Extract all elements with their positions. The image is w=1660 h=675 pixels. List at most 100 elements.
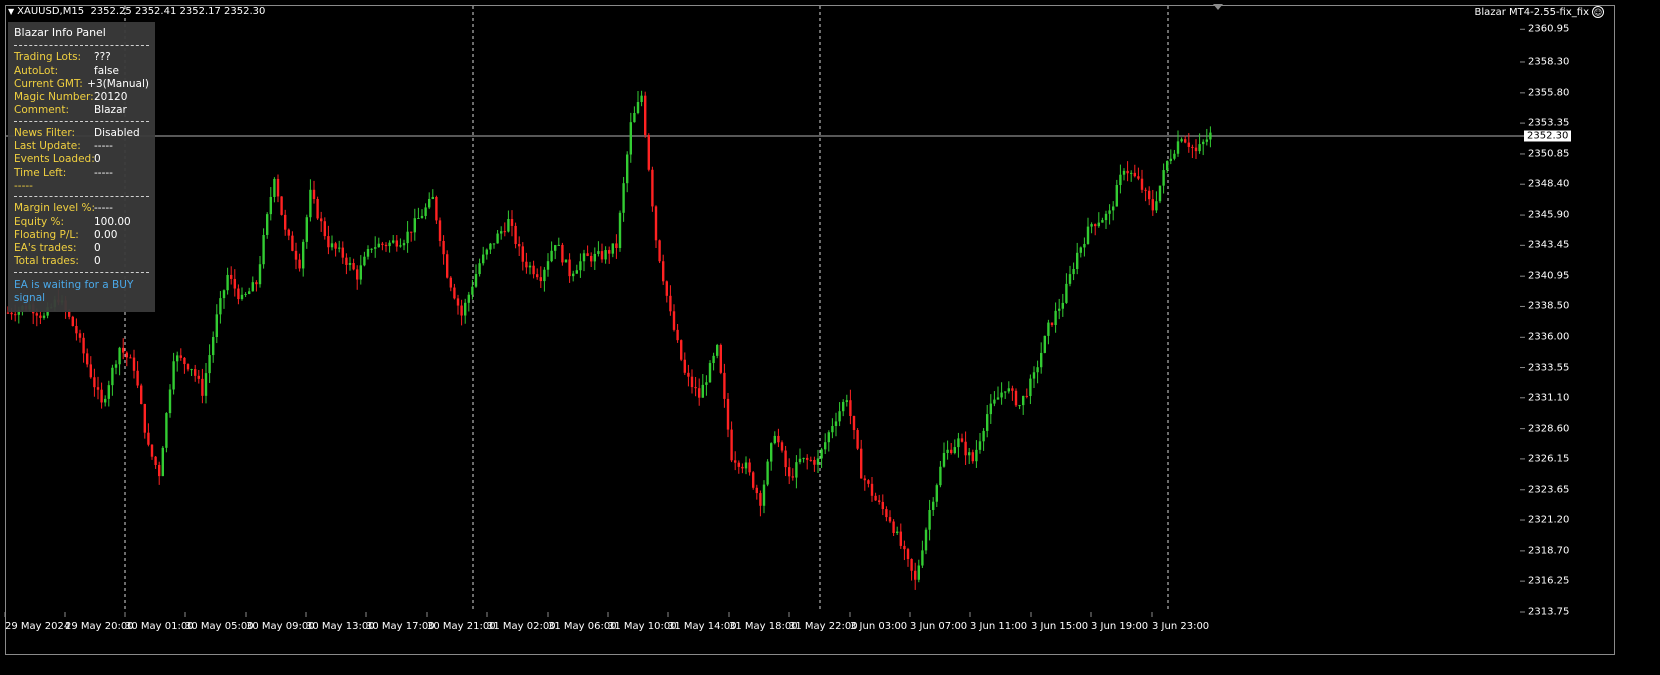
price-tick-label: 2326.15 bbox=[1528, 453, 1570, 465]
panel-row-label: Last Update: bbox=[14, 140, 81, 153]
panel-row-value: ----- bbox=[94, 140, 113, 153]
panel-row: Floating P/L: 0.00 bbox=[14, 229, 149, 242]
panel-row: Equity %: 100.00 bbox=[14, 216, 149, 229]
smiley-face-icon[interactable]: ☺ bbox=[1592, 6, 1604, 18]
panel-row-label: Current GMT: bbox=[14, 77, 83, 90]
info-panel-title: Blazar Info Panel bbox=[14, 26, 106, 39]
current-price-label: 2352.30 bbox=[1524, 130, 1572, 142]
price-tick-label: 2323.65 bbox=[1528, 484, 1570, 496]
panel-row-label: Equity %: bbox=[14, 215, 65, 228]
price-tick-label: 2321.20 bbox=[1528, 514, 1570, 526]
price-tick-label: 2358.30 bbox=[1528, 56, 1570, 68]
time-tick-label: 31 May 02:00 bbox=[487, 621, 556, 632]
panel-row-label: Comment: bbox=[14, 104, 69, 117]
panel-divider bbox=[14, 196, 149, 198]
panel-row: EA's trades: 0 bbox=[14, 242, 149, 255]
price-tick-label: 2328.60 bbox=[1528, 423, 1570, 435]
time-tick-label: 29 May 2024 bbox=[5, 621, 71, 632]
price-tick-label: 2316.25 bbox=[1528, 575, 1570, 587]
chart-menu-arrow-icon[interactable]: ▼ bbox=[8, 7, 14, 16]
price-tick-label: 2343.45 bbox=[1528, 239, 1570, 251]
panel-divider bbox=[14, 120, 149, 122]
time-tick-label: 3 Jun 07:00 bbox=[910, 621, 968, 632]
price-tick-label: 2360.95 bbox=[1528, 23, 1570, 35]
panel-row-value: ----- bbox=[94, 202, 113, 215]
panel-row-value: ----- bbox=[94, 166, 113, 179]
price-tick-label: 2338.50 bbox=[1528, 300, 1570, 312]
time-tick-label: 3 Jun 11:00 bbox=[970, 621, 1028, 632]
time-tick-label: 31 May 22:00 bbox=[789, 621, 858, 632]
panel-row: Total trades: 0 bbox=[14, 255, 149, 268]
panel-section-account: Margin level %: ----- Equity %: 100.00 Float… bbox=[14, 202, 149, 268]
panel-row: Events Loaded: 0 bbox=[14, 153, 149, 166]
panel-dashes: ----- bbox=[14, 179, 33, 192]
time-tick-label: 30 May 09:00 bbox=[246, 621, 315, 632]
panel-row-label: EA's trades: bbox=[14, 242, 77, 255]
symbol-timeframe: XAUUSD,M15 bbox=[17, 6, 85, 17]
panel-divider bbox=[14, 45, 149, 47]
time-tick-label: 31 May 06:00 bbox=[548, 621, 617, 632]
plot-frame bbox=[5, 5, 1615, 655]
panel-row-label: Trading Lots: bbox=[14, 51, 82, 64]
panel-row: AutoLot: false bbox=[14, 65, 149, 78]
price-tick-label: 2331.10 bbox=[1528, 392, 1570, 404]
panel-row-value: 100.00 bbox=[94, 215, 131, 228]
panel-row-value: Disabled bbox=[94, 126, 140, 139]
panel-row-label: News Filter: bbox=[14, 126, 76, 139]
price-tick-label: 2345.90 bbox=[1528, 209, 1570, 221]
price-tick-label: 2348.40 bbox=[1528, 178, 1570, 190]
panel-row-label: Events Loaded: bbox=[14, 153, 95, 166]
panel-row: Margin level %: ----- bbox=[14, 202, 149, 215]
panel-row-value: 0.00 bbox=[94, 228, 118, 241]
time-tick-label: 31 May 10:00 bbox=[608, 621, 677, 632]
price-tick-label: 2355.80 bbox=[1528, 87, 1570, 99]
price-tick-label: 2340.95 bbox=[1528, 270, 1570, 282]
expert-advisor-name: Blazar MT4-2.55-fix_fix bbox=[1474, 6, 1589, 18]
time-tick-label: 30 May 01:00 bbox=[125, 621, 194, 632]
panel-row-value: 0 bbox=[94, 255, 101, 268]
panel-row-label: AutoLot: bbox=[14, 64, 59, 77]
price-tick-label: 2333.55 bbox=[1528, 362, 1570, 374]
panel-row-value: false bbox=[94, 64, 119, 77]
chart-window[interactable]: ▼ XAUUSD,M15 2352.25 2352.41 2352.17 2352… bbox=[0, 0, 1660, 675]
panel-row: News Filter: Disabled bbox=[14, 127, 149, 140]
panel-row-label: Time Left: bbox=[14, 166, 67, 179]
panel-section-settings: Trading Lots:??? AutoLot: false Current GMT… bbox=[14, 51, 149, 117]
time-tick-label: 3 Jun 23:00 bbox=[1152, 621, 1210, 632]
expert-advisor-label: Blazar MT4-2.55-fix_fix ☺ bbox=[1475, 6, 1604, 18]
panel-row: Comment: Blazar bbox=[14, 104, 149, 117]
panel-row-label: Total trades: bbox=[14, 255, 79, 268]
time-tick-label: 30 May 21:00 bbox=[427, 621, 496, 632]
time-tick-label: 31 May 18:00 bbox=[729, 621, 798, 632]
blazar-info-panel: Blazar Info Panel Trading Lots:??? AutoLo… bbox=[8, 22, 155, 312]
time-tick-label: 29 May 20:00 bbox=[65, 621, 134, 632]
panel-row-value: 0 bbox=[94, 242, 101, 255]
time-tick-label: 31 May 14:00 bbox=[668, 621, 737, 632]
chart-shift-marker[interactable] bbox=[1213, 4, 1223, 10]
time-tick-label: 30 May 05:00 bbox=[185, 621, 254, 632]
panel-row-label: Margin level %: bbox=[14, 202, 96, 215]
panel-divider bbox=[14, 271, 149, 273]
time-tick-label: 3 Jun 19:00 bbox=[1091, 621, 1149, 632]
panel-row: Time Left: ----- bbox=[14, 167, 149, 180]
panel-row: Current GMT: +3(Manual) bbox=[14, 78, 149, 91]
ohlc-readout: 2352.25 2352.41 2352.17 2352.30 bbox=[90, 6, 266, 17]
price-tick-label: 2336.00 bbox=[1528, 331, 1570, 343]
panel-row-value: Blazar bbox=[94, 104, 127, 117]
time-tick-label: 3 Jun 15:00 bbox=[1031, 621, 1089, 632]
panel-row-value: 20120 bbox=[94, 91, 128, 104]
panel-row-value: ??? bbox=[94, 51, 111, 64]
price-tick-label: 2350.85 bbox=[1528, 148, 1570, 160]
panel-section-news: News Filter: Disabled Last Update: ----- Eve… bbox=[14, 127, 149, 180]
ea-signal-status: EA is waiting for a BUY signal bbox=[14, 278, 134, 305]
panel-row-label: Magic Number: bbox=[14, 91, 94, 104]
panel-row: Magic Number: 20120 bbox=[14, 91, 149, 104]
panel-row-label: Floating P/L: bbox=[14, 228, 79, 241]
time-tick-label: 3 Jun 03:00 bbox=[850, 621, 908, 632]
panel-row: Last Update: ----- bbox=[14, 140, 149, 153]
time-tick-label: 30 May 13:00 bbox=[306, 621, 375, 632]
price-tick-label: 2353.35 bbox=[1528, 117, 1570, 129]
panel-row: Trading Lots:??? bbox=[14, 51, 149, 64]
panel-row-value: +3(Manual) bbox=[87, 77, 149, 90]
price-tick-label: 2313.75 bbox=[1528, 606, 1570, 618]
